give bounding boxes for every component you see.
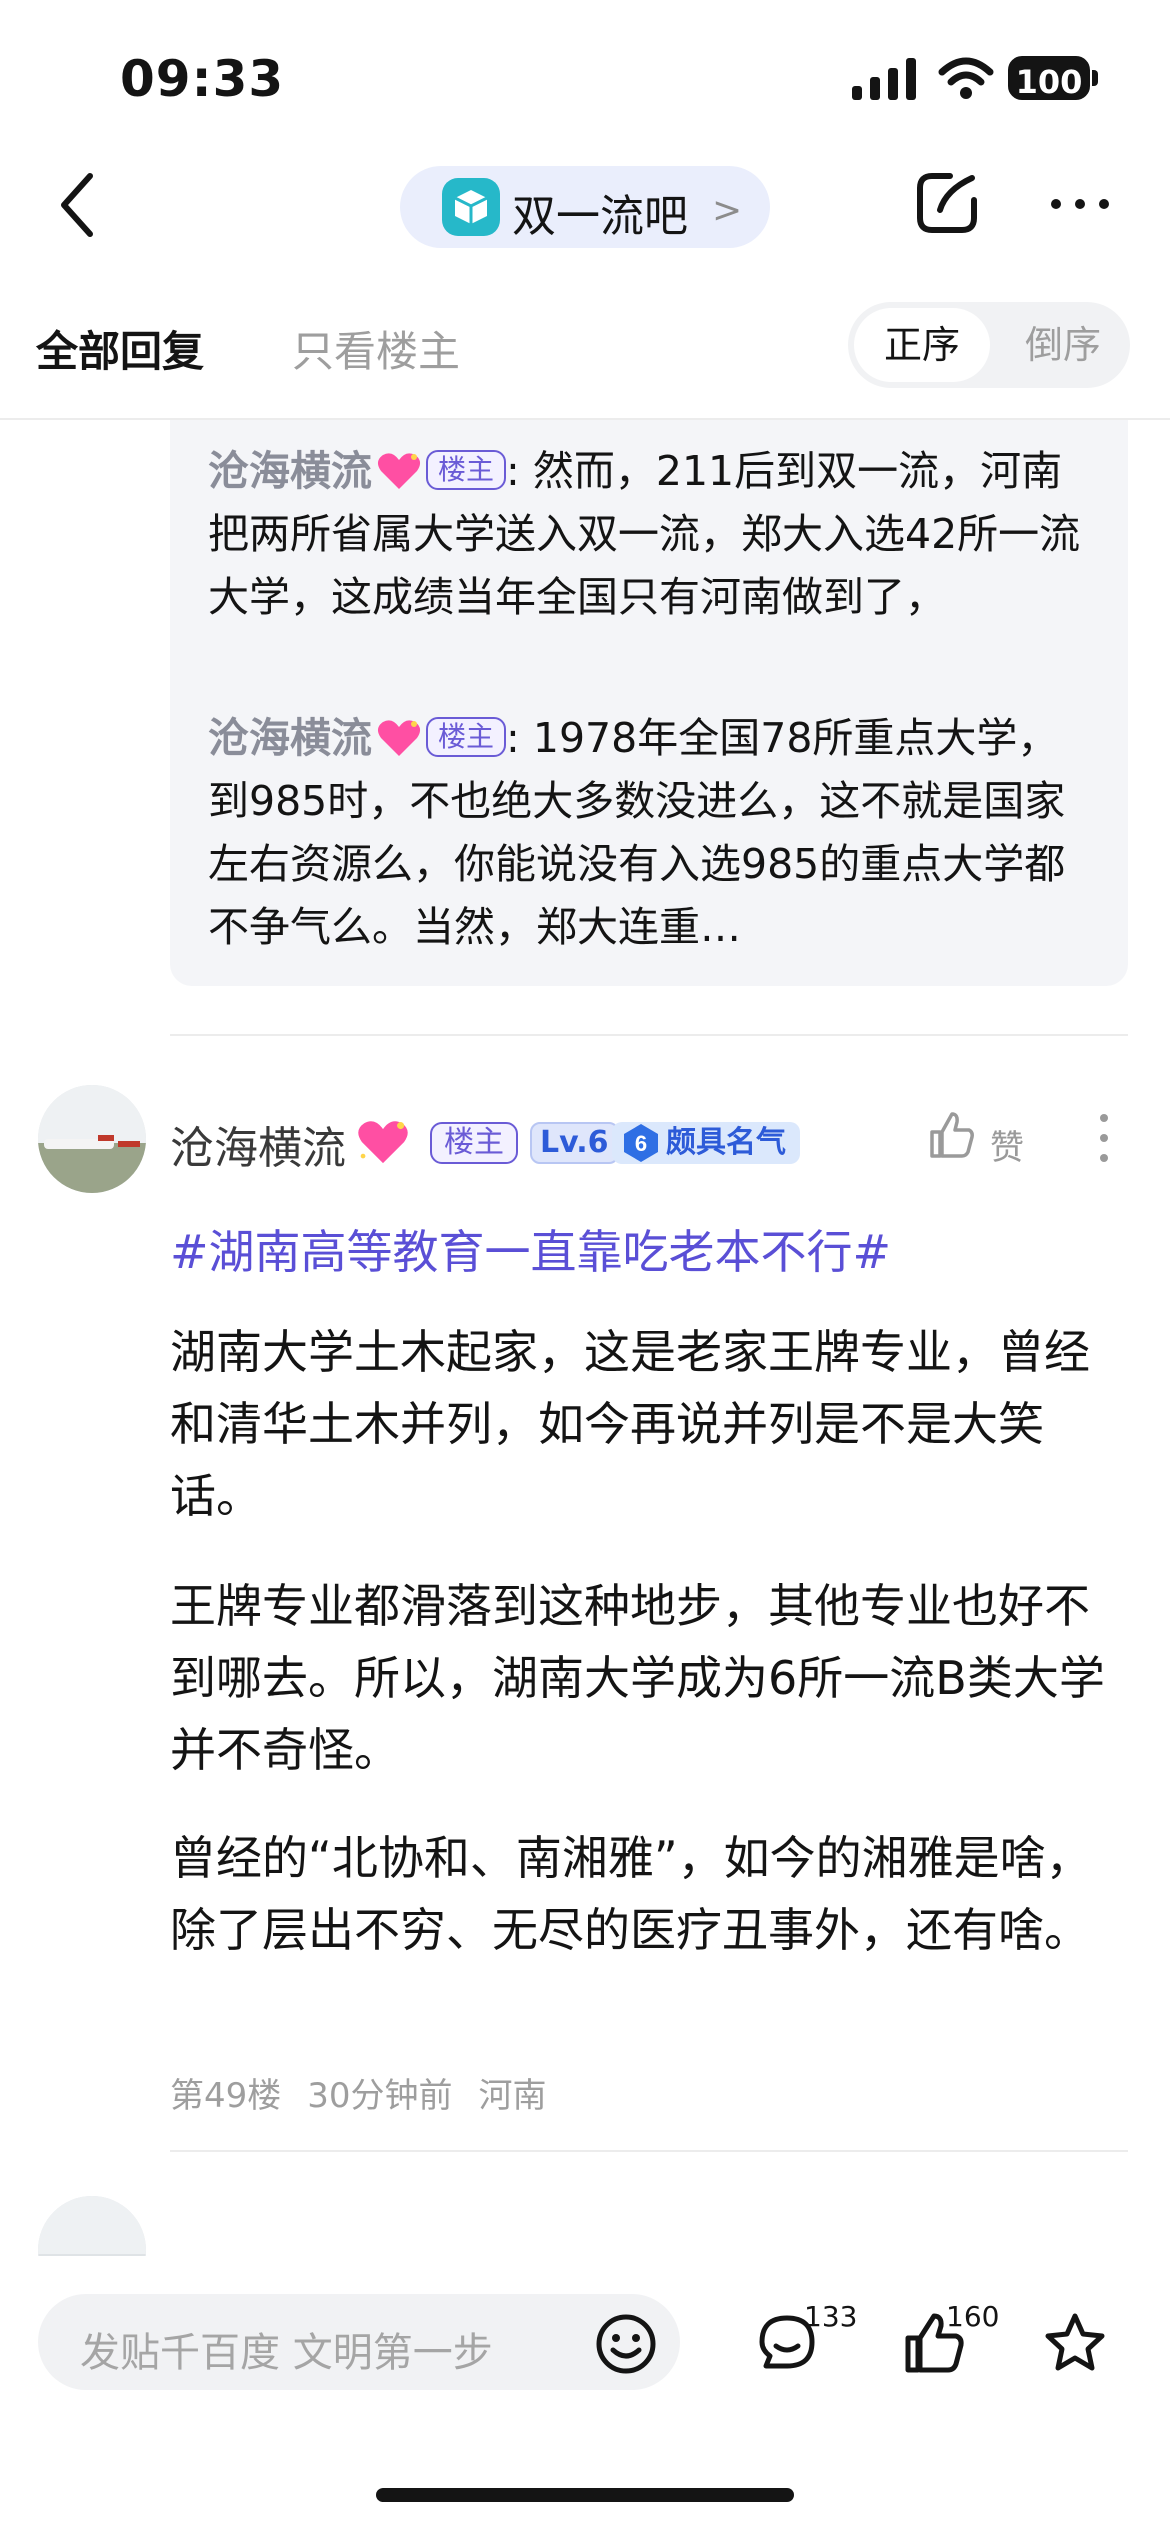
avatar[interactable] [38, 1085, 146, 1193]
more-icon[interactable] [1048, 196, 1112, 212]
sparkling-heart-icon [377, 453, 421, 489]
like-label[interactable]: 赞 [990, 1120, 1024, 1169]
comment-count: 133 [804, 2300, 858, 2333]
op-tag: 楼主 [426, 450, 507, 490]
sub-reply-author[interactable]: 沧海横流 [208, 714, 372, 762]
battery-indicator: 100 [1008, 56, 1090, 101]
level-badge: Lv.6 [530, 1122, 619, 1164]
sub-reply-author[interactable]: 沧海横流 [208, 447, 372, 495]
wifi-icon [938, 57, 994, 99]
sparkling-heart-icon [358, 1121, 408, 1164]
post-paragraph-1: 湖南大学土木起家，这是老家王牌专业，曾经和清华土木并列，如今再说并列是不是大笑话… [170, 1325, 1090, 1523]
tab-all-replies[interactable]: 全部回复 [36, 318, 204, 379]
sort-descending-button[interactable]: 倒序 [1000, 308, 1126, 382]
forum-name[interactable]: 双一流吧 [512, 180, 688, 244]
hashtag-link[interactable]: #湖南高等教育一直靠吃老本不行# [170, 1216, 891, 1282]
floor-number: 第49楼 [170, 2076, 282, 2116]
sort-ascending-button[interactable]: 正序 [854, 308, 990, 382]
post-author-name[interactable]: 沧海横流 [170, 1112, 346, 1176]
reply-input-placeholder[interactable]: 发贴千百度 文明第一步 [80, 2320, 493, 2378]
star-icon[interactable] [1042, 2310, 1108, 2376]
post-location: 河南 [478, 2076, 547, 2116]
home-indicator [376, 2488, 794, 2502]
thumbs-up-icon[interactable] [926, 1110, 976, 1160]
post-time: 30分钟前 [307, 2076, 453, 2116]
vertical-more-icon[interactable] [1098, 1112, 1110, 1164]
sub-reply-1[interactable]: 沧海横流 楼主: 然而，211后到双一流，河南把两所省属大学送入双一流，郑大入选4… [208, 440, 1098, 629]
post-paragraph-3: 曾经的“北协和、南湘雅”，如今的湘雅是啥，除了层出不穷、无尽的医疗丑事外，还有啥… [170, 1831, 1092, 1957]
fame-diamond-icon: 6 [624, 1124, 658, 1162]
sparkling-heart-icon [377, 720, 421, 756]
back-arrow-icon[interactable] [58, 170, 98, 240]
op-tag: 楼主 [430, 1122, 518, 1164]
fame-number: 6 [635, 1131, 647, 1156]
forum-cube-icon [442, 178, 500, 236]
divider [170, 2150, 1128, 2152]
battery-tip [1092, 70, 1098, 86]
chevron-right-icon: > [712, 190, 743, 231]
tab-op-only[interactable]: 只看楼主 [292, 318, 460, 379]
like-count: 160 [946, 2300, 1000, 2333]
sub-reply-2[interactable]: 沧海横流 楼主: 1978年全国78所重点大学，到985时，不也绝大多数没进么，这… [208, 707, 1098, 959]
sub-reply-sep: : [506, 714, 520, 762]
share-icon[interactable] [912, 168, 982, 238]
status-time: 09:33 [120, 50, 285, 108]
signal-icon [852, 58, 916, 100]
post-meta: 第49楼 30分钟前 河南 [170, 2068, 573, 2117]
emoji-icon[interactable] [594, 2312, 658, 2376]
divider [170, 1034, 1128, 1036]
post-paragraph-2: 王牌专业都滑落到这种地步，其他专业也好不到哪去。所以，湖南大学成为6所一流B类大… [170, 1579, 1105, 1777]
sub-reply-sep: : [506, 447, 520, 495]
op-tag: 楼主 [426, 717, 507, 757]
